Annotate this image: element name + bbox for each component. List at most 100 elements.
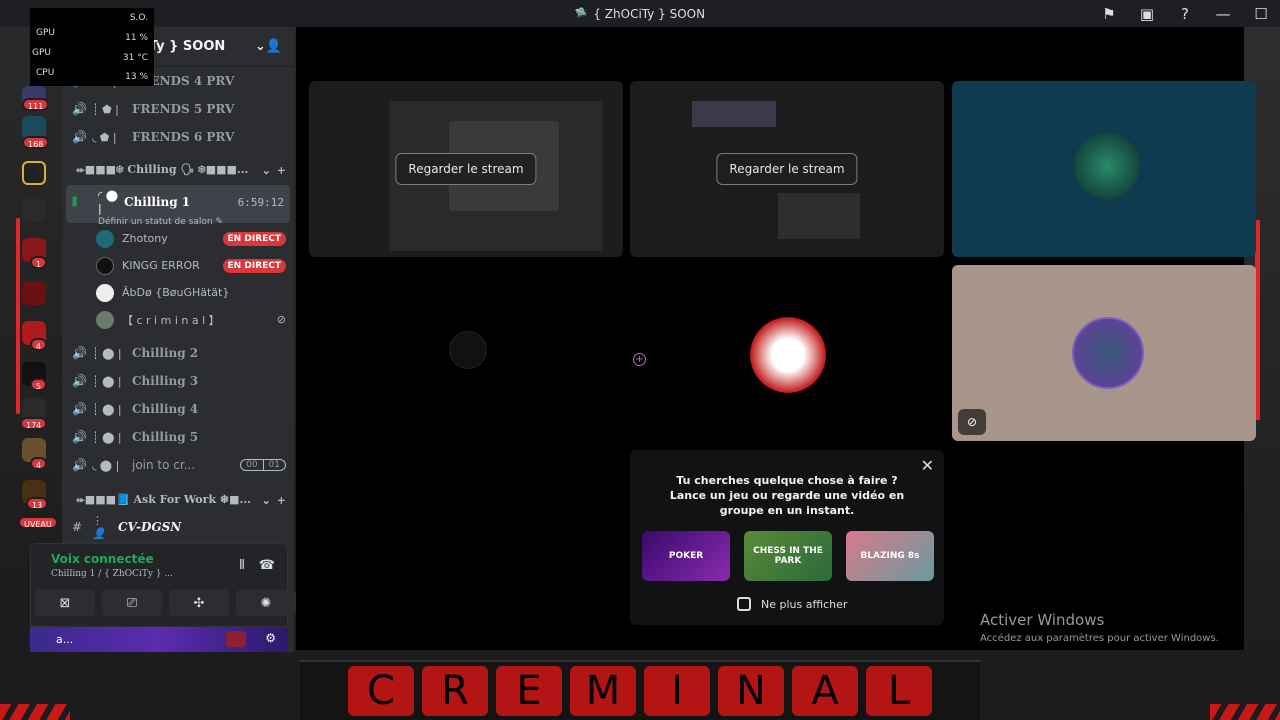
speaker-icon: 🔊 — [72, 346, 87, 360]
game-chess[interactable]: CHESS IN THE PARK — [744, 531, 832, 581]
text-channel[interactable]: # ⋮ 👤 CV-DGSN — [62, 513, 294, 541]
voice-user[interactable]: 【 c r i m i n a l 】 ⊘ — [62, 306, 294, 333]
chevron-down-icon: ⌄ — [254, 39, 266, 54]
channel-decoration: ⋮ 👤 — [92, 514, 106, 540]
channel-decoration: ◟ ⬤ | — [92, 458, 120, 472]
server-icon[interactable] — [22, 198, 46, 222]
active-voice-channel[interactable]: ⦀ ◜ ⬤ | Chilling 1 6:59:12 Définir un st… — [66, 185, 290, 227]
camera-off-icon: ⊠ — [59, 595, 71, 611]
mention-badge: 168 — [22, 136, 50, 149]
speaker-icon: 🔊 — [72, 458, 87, 472]
title-bar: 🛸 { ZhOCiTy } SOON ⚑ ▣ ? — ☐ — [0, 0, 1280, 27]
channel-decoration: ┊ ⬤ | — [92, 374, 122, 388]
speaker-icon: 🔊 — [72, 430, 87, 444]
mention-badge: 1 — [30, 256, 48, 269]
voice-stage: Regarder le stream Regarder le stream + … — [296, 27, 1256, 650]
window-title: 🛸 { ZhOCiTy } SOON — [574, 6, 706, 21]
user-tile[interactable] — [630, 265, 944, 441]
voice-channel[interactable]: 🔊 ┊ ⬤ | Chilling 3 — [62, 367, 294, 395]
live-badge: EN DIRECT — [222, 231, 286, 246]
voice-activity-icon: ⦀ — [72, 194, 78, 209]
soundboard-icon: ✺ — [260, 595, 272, 611]
watch-stream-button[interactable]: Regarder le stream — [395, 153, 537, 185]
performance-labels: GPU GPU CPU — [32, 28, 55, 78]
banner-letter: C — [348, 666, 414, 716]
game-poker[interactable]: POKER — [642, 531, 730, 581]
new-badge: UVEAU — [18, 516, 58, 529]
add-channel-icon[interactable]: + — [277, 164, 286, 177]
server-icon[interactable] — [22, 161, 46, 185]
minimize-icon[interactable]: — — [1204, 5, 1242, 23]
voice-user[interactable]: Zhotony EN DIRECT — [62, 225, 294, 252]
checkbox[interactable] — [737, 597, 751, 611]
mention-badge: 4 — [30, 338, 48, 351]
voice-channel[interactable]: 🔊 ┊ ⬟ | FRENDS 5 PRV — [62, 95, 294, 123]
voice-channel[interactable]: 🔊 ◟ ⬟ | FRENDS 6 PRV — [62, 123, 294, 151]
screen-share-button[interactable]: ⎚ — [102, 590, 162, 616]
speaker-icon: 🔊 — [72, 402, 87, 416]
inbox-icon[interactable]: ▣ — [1128, 5, 1166, 23]
avatar — [750, 317, 826, 393]
voice-user[interactable]: ÂbDø {BøuGHätät} — [62, 279, 294, 306]
activities-icon: ✣ — [193, 595, 205, 611]
banner-letter: I — [644, 666, 710, 716]
watch-stream-button[interactable]: Regarder le stream — [716, 153, 858, 185]
maximize-icon[interactable]: ☐ — [1242, 5, 1280, 23]
add-channel-icon[interactable]: + — [277, 494, 286, 507]
server-icon[interactable] — [22, 281, 46, 305]
banner-letter: M — [570, 666, 636, 716]
speaker-icon: 🔊 — [72, 374, 87, 388]
camera-off-button[interactable]: ⊠ — [35, 590, 95, 616]
noise-suppression-icon[interactable]: ⦀ — [239, 558, 245, 573]
category-chilling[interactable]: ⬰■■■❄ Chilling 🗣 ❄■■■... ⌄ + — [62, 157, 294, 183]
add-member-icon[interactable]: 👤 — [266, 39, 282, 54]
banner-letter: N — [718, 666, 784, 716]
speaker-icon: 🔊 — [72, 130, 87, 144]
dont-show-again[interactable]: Ne plus afficher — [737, 597, 847, 611]
channel-decoration: ┊ ⬟ | — [92, 102, 119, 116]
avatar — [96, 256, 114, 275]
pencil-icon: ✎ — [215, 217, 223, 227]
mute-button[interactable] — [226, 631, 246, 647]
popup-text: Tu cherches quelque chose à faire ? Lanc… — [669, 474, 905, 517]
voice-channel[interactable]: 🔊 ┊ ⬤ | Chilling 5 — [62, 423, 294, 451]
avatar — [449, 331, 487, 369]
voice-status[interactable]: Voix connectée — [51, 552, 154, 566]
soundboard-button[interactable]: ✺ — [236, 590, 296, 616]
flag-icon[interactable]: ⚑ — [1090, 5, 1128, 23]
banner-stripes — [0, 704, 70, 720]
voice-channel[interactable]: 🔊 ┊ ⬤ | Chilling 4 — [62, 395, 294, 423]
voice-connected-panel: Voix connectée Chilling 1 / { ZhOCiTy } … — [30, 543, 296, 627]
avatar — [96, 229, 114, 248]
stream-preview — [778, 193, 860, 239]
activities-button[interactable]: ✣ — [169, 590, 229, 616]
help-icon[interactable]: ? — [1166, 5, 1204, 23]
muted-mic-icon: ⊘ — [958, 409, 986, 435]
user-tile[interactable] — [952, 81, 1256, 257]
avatar — [1072, 317, 1144, 389]
voice-channel[interactable]: 🔊 ◟ ⬤ | join to cr... 00 01 — [62, 451, 294, 479]
stream-tile[interactable]: Regarder le stream — [630, 81, 944, 257]
chevron-down-icon: ⌄ — [261, 163, 271, 177]
user-tile[interactable] — [309, 265, 623, 441]
user-limit-counter: 00 01 — [240, 459, 286, 471]
disconnect-icon[interactable]: ☎ — [259, 558, 275, 573]
screen-share-icon: ⎚ — [126, 595, 138, 611]
mention-badge: 111 — [22, 98, 50, 111]
category-work[interactable]: ⬰■■■📘 Ask For Work ❄■... ⌄ + — [62, 487, 294, 513]
channel-decoration: ┊ ⬤ | — [92, 402, 122, 416]
user-panel: a... ⚙ — [30, 627, 288, 652]
user-tile[interactable]: ⊘ — [952, 265, 1256, 441]
game-blazing-8s[interactable]: BLAZING 8s — [846, 531, 934, 581]
voice-channel[interactable]: 🔊 ┊ ⬤ | Chilling 2 — [62, 339, 294, 367]
settings-icon[interactable]: ⚙ — [265, 631, 276, 645]
channel-decoration: ┊ ⬤ | — [92, 430, 122, 444]
stream-preview — [692, 101, 776, 127]
stream-tile[interactable]: Regarder le stream — [309, 81, 623, 257]
voice-user[interactable]: KINGG ERROR EN DIRECT — [62, 252, 294, 279]
channel-decoration: ◟ ⬟ | — [92, 130, 117, 144]
avatar — [96, 283, 114, 302]
add-icon[interactable]: + — [633, 353, 646, 366]
voice-location[interactable]: Chilling 1 / { ZhOCiTy } ... — [51, 569, 173, 579]
hash-icon: # — [72, 520, 83, 534]
